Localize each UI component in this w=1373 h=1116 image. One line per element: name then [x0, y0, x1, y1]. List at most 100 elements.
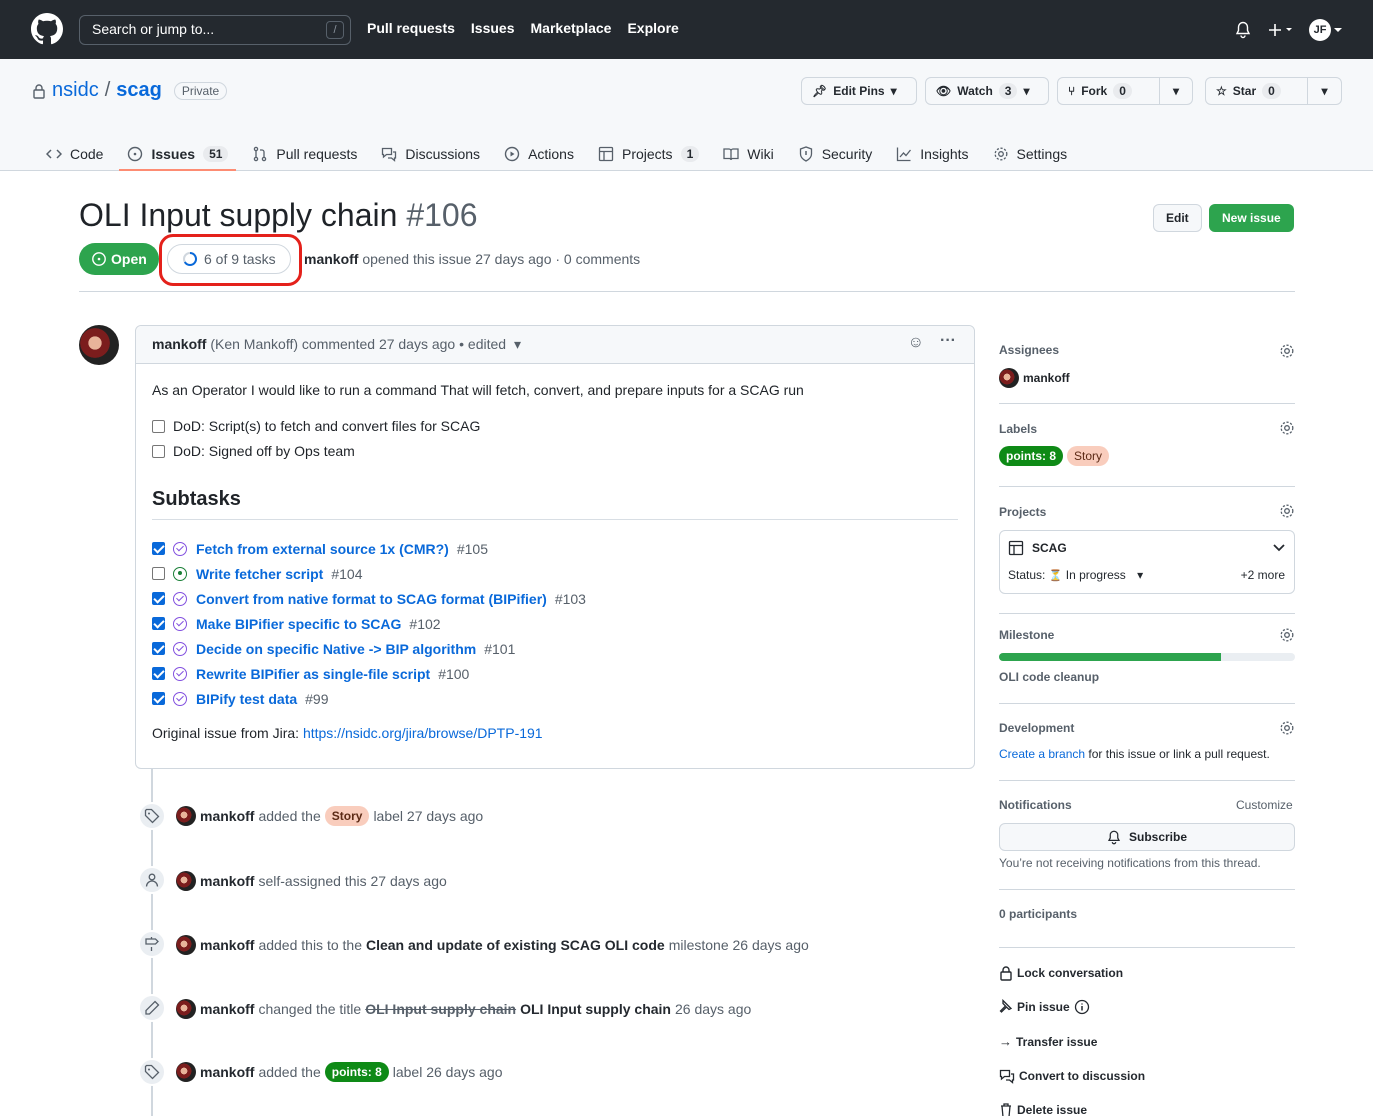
- jira-link[interactable]: https://nsidc.org/jira/browse/DPTP-191: [303, 725, 543, 741]
- gear-icon[interactable]: [1279, 720, 1295, 736]
- event-actor[interactable]: mankoff: [200, 873, 254, 889]
- repo-owner-link[interactable]: nsidc: [52, 79, 99, 102]
- milestone-name-link[interactable]: OLI code cleanup: [999, 670, 1295, 684]
- subscribe-button[interactable]: Subscribe: [999, 823, 1295, 851]
- tab-issues[interactable]: Issues 51: [119, 136, 237, 171]
- tab-settings[interactable]: Settings: [985, 136, 1076, 171]
- avatar[interactable]: [79, 325, 119, 365]
- user-avatar[interactable]: JF: [1309, 19, 1331, 41]
- convert-to-discussion-action[interactable]: Convert to discussion: [999, 1068, 1145, 1084]
- kebab-menu-icon[interactable]: ···: [940, 332, 956, 350]
- subtask-checkbox[interactable]: [152, 692, 165, 705]
- tab-code[interactable]: Code: [38, 136, 111, 171]
- edit-title-button[interactable]: Edit: [1153, 204, 1202, 232]
- event-actor[interactable]: mankoff: [200, 1001, 254, 1017]
- story-label[interactable]: Story: [324, 806, 370, 826]
- subtask-link[interactable]: Write fetcher script: [196, 566, 323, 582]
- avatar[interactable]: [176, 806, 196, 826]
- assignees-heading[interactable]: Assignees: [999, 343, 1295, 357]
- github-logo-icon[interactable]: [31, 13, 63, 45]
- event-actor[interactable]: mankoff: [200, 1064, 254, 1080]
- avatar: [999, 368, 1019, 388]
- tab-wiki[interactable]: Wiki: [715, 136, 781, 171]
- subtask-link[interactable]: Make BIPifier specific to SCAG: [196, 616, 401, 632]
- milestone-link[interactable]: Clean and update of existing SCAG OLI co…: [366, 937, 665, 953]
- bell-icon[interactable]: [1235, 21, 1251, 39]
- gear-icon[interactable]: [1279, 503, 1295, 519]
- gear-icon[interactable]: [1279, 627, 1295, 643]
- more-fields-link[interactable]: +2 more: [1241, 568, 1285, 582]
- nav-explore[interactable]: Explore: [627, 20, 678, 36]
- lock-conversation-action[interactable]: Lock conversation: [999, 965, 1123, 981]
- search-input[interactable]: Search or jump to... /: [79, 15, 351, 45]
- tab-discussions[interactable]: Discussions: [373, 136, 488, 171]
- header-divider: [79, 291, 1295, 292]
- assignee-item[interactable]: mankoff: [999, 368, 1295, 388]
- projects-heading[interactable]: Projects: [999, 505, 1295, 519]
- repo-name-link[interactable]: scag: [116, 79, 162, 102]
- status-value[interactable]: In progress: [1066, 568, 1126, 582]
- subtask-checkbox[interactable]: [152, 642, 165, 655]
- points-label[interactable]: points: 8: [999, 446, 1063, 466]
- avatar[interactable]: [176, 935, 196, 955]
- subtask-checkbox[interactable]: [152, 617, 165, 630]
- gear-icon[interactable]: [1279, 420, 1295, 436]
- caret-down-icon[interactable]: ▾: [1137, 568, 1143, 582]
- task-checkbox[interactable]: [152, 420, 165, 433]
- edited-dropdown-icon[interactable]: ▾: [514, 336, 521, 352]
- avatar[interactable]: [176, 999, 196, 1019]
- subtask-link[interactable]: Fetch from external source 1x (CMR?): [196, 541, 449, 557]
- avatar[interactable]: [176, 1062, 196, 1082]
- customize-link[interactable]: Customize: [1236, 798, 1293, 812]
- gear-icon[interactable]: [1279, 343, 1295, 359]
- transfer-issue-action[interactable]: → Transfer issue: [999, 1034, 1097, 1049]
- edit-pins-button[interactable]: 📌︎ Edit Pins ▾: [801, 77, 917, 105]
- star-button[interactable]: ☆ Star 0: [1205, 77, 1308, 105]
- subtask-checkbox[interactable]: [152, 667, 165, 680]
- subtask-link[interactable]: Rewrite BIPifier as single-file script: [196, 666, 430, 682]
- tab-insights[interactable]: Insights: [888, 136, 976, 171]
- tab-pull-requests[interactable]: Pull requests: [244, 136, 365, 171]
- event-actor[interactable]: mankoff: [200, 937, 254, 953]
- subtask-checkbox[interactable]: [152, 592, 165, 605]
- labels-heading[interactable]: Labels: [999, 422, 1295, 436]
- emoji-reaction-icon[interactable]: ☺︎: [908, 334, 924, 352]
- fork-button[interactable]: ⑂ Fork 0: [1057, 77, 1160, 105]
- plus-dropdown-icon[interactable]: [1268, 22, 1296, 38]
- comment-author-link[interactable]: mankoff: [152, 336, 206, 352]
- nav-issues[interactable]: Issues: [471, 20, 515, 36]
- points-label[interactable]: points: 8: [324, 1062, 389, 1082]
- issue-title: OLI Input supply chain #106: [79, 197, 478, 234]
- avatar[interactable]: [176, 871, 196, 891]
- story-label[interactable]: Story: [1067, 446, 1110, 466]
- nav-marketplace[interactable]: Marketplace: [531, 20, 612, 36]
- fork-dropdown-button[interactable]: ▾: [1159, 77, 1193, 105]
- subtask-link[interactable]: BIPify test data: [196, 691, 297, 707]
- chevron-down-icon[interactable]: [1272, 542, 1286, 554]
- subtask-item: Convert from native format to SCAG forma…: [152, 586, 958, 611]
- caret-down-icon: ▾: [1172, 84, 1180, 98]
- pin-issue-action[interactable]: Pin issue: [999, 999, 1090, 1015]
- project-name[interactable]: SCAG: [1032, 541, 1067, 555]
- watch-button[interactable]: 👁︎ Watch 3 ▾: [925, 77, 1049, 105]
- create-branch-link[interactable]: Create a branch: [999, 747, 1085, 761]
- tab-actions[interactable]: Actions: [496, 136, 582, 171]
- action-label: Lock conversation: [1017, 966, 1124, 980]
- subtask-link[interactable]: Convert from native format to SCAG forma…: [196, 591, 547, 607]
- delete-issue-action[interactable]: Delete issue: [999, 1102, 1087, 1116]
- chevron-down-icon[interactable]: [1334, 26, 1342, 34]
- subtask-checkbox[interactable]: [152, 567, 165, 580]
- task-checkbox[interactable]: [152, 445, 165, 458]
- tab-projects[interactable]: Projects 1: [590, 136, 707, 171]
- tab-security[interactable]: Security: [790, 136, 881, 171]
- milestone-heading[interactable]: Milestone: [999, 628, 1295, 642]
- subtask-link[interactable]: Decide on specific Native -> BIP algorit…: [196, 641, 476, 657]
- nav-pull-requests[interactable]: Pull requests: [367, 20, 455, 36]
- event-actor[interactable]: mankoff: [200, 808, 254, 824]
- development-heading[interactable]: Development: [999, 721, 1295, 735]
- info-icon[interactable]: [1074, 999, 1090, 1015]
- issue-author-link[interactable]: mankoff: [304, 251, 358, 267]
- new-issue-button[interactable]: New issue: [1209, 204, 1294, 232]
- star-dropdown-button[interactable]: ▾: [1307, 77, 1342, 105]
- subtask-checkbox[interactable]: [152, 542, 165, 555]
